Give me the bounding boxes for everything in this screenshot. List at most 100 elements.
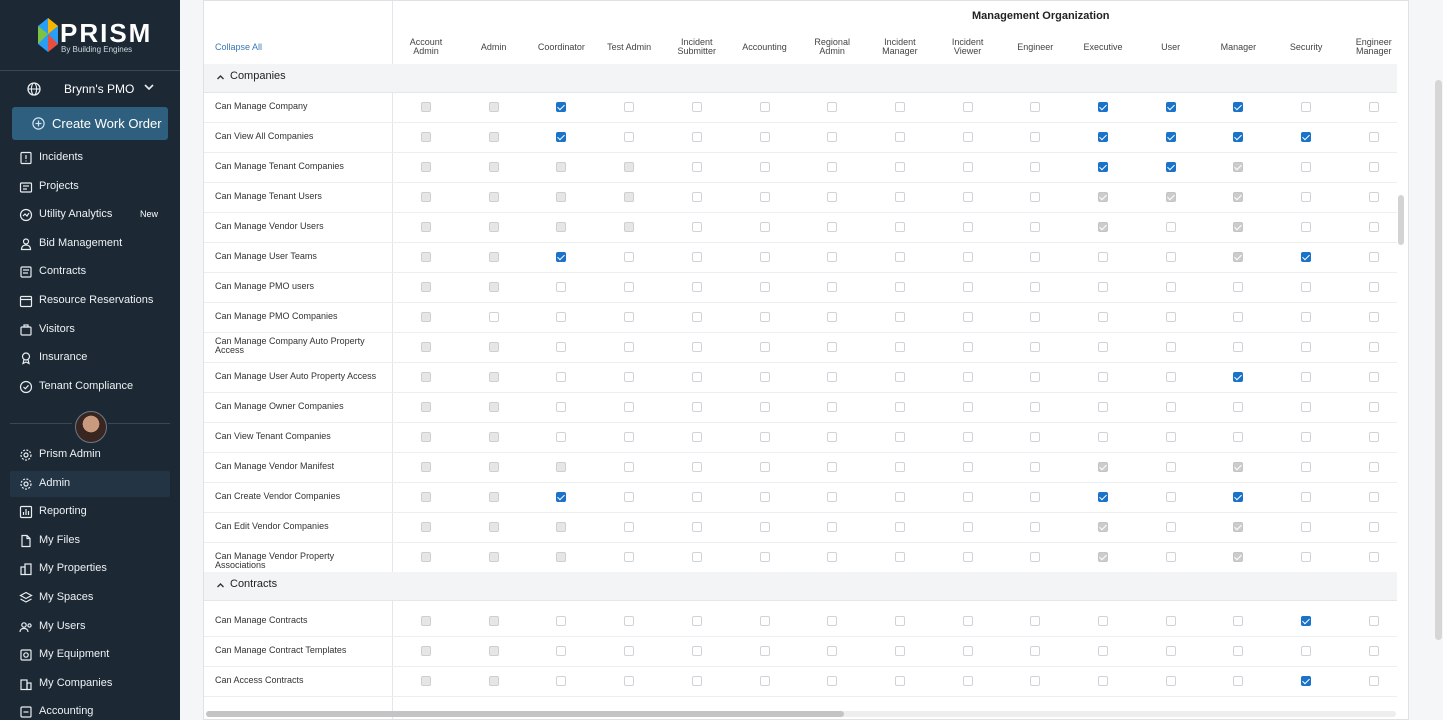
- permission-checkbox[interactable]: [894, 522, 905, 532]
- nav-item-prism-admin[interactable]: Prism Admin: [10, 442, 170, 468]
- permission-checkbox[interactable]: [827, 616, 838, 626]
- permission-checkbox[interactable]: [691, 282, 702, 292]
- permission-checkbox[interactable]: [556, 342, 567, 352]
- permission-checkbox[interactable]: [1098, 132, 1108, 142]
- permission-checkbox[interactable]: [1030, 522, 1041, 532]
- permission-checkbox[interactable]: [1368, 132, 1379, 142]
- permission-checkbox[interactable]: [962, 646, 973, 656]
- permission-checkbox[interactable]: [624, 676, 635, 686]
- permission-checkbox[interactable]: [1098, 162, 1108, 172]
- permission-checkbox[interactable]: [1301, 372, 1312, 382]
- permission-checkbox[interactable]: [1030, 222, 1041, 232]
- permission-checkbox[interactable]: [1301, 192, 1312, 202]
- permission-checkbox[interactable]: [1233, 432, 1244, 442]
- permission-checkbox[interactable]: [556, 402, 567, 412]
- permission-checkbox[interactable]: [759, 102, 770, 112]
- permission-checkbox[interactable]: [1165, 552, 1176, 562]
- permission-checkbox[interactable]: [691, 192, 702, 202]
- permission-checkbox[interactable]: [624, 432, 635, 442]
- permission-checkbox[interactable]: [624, 252, 635, 262]
- permission-checkbox[interactable]: [691, 312, 702, 322]
- permission-checkbox[interactable]: [1368, 552, 1379, 562]
- permission-checkbox[interactable]: [556, 132, 567, 142]
- permission-checkbox[interactable]: [1368, 462, 1379, 472]
- permission-checkbox[interactable]: [1030, 372, 1041, 382]
- permission-checkbox[interactable]: [1030, 252, 1041, 262]
- section-header-companies[interactable]: Companies: [204, 64, 1397, 93]
- permission-checkbox[interactable]: [1233, 402, 1244, 412]
- permission-checkbox[interactable]: [827, 342, 838, 352]
- chevron-up-icon[interactable]: [216, 73, 225, 82]
- permission-checkbox[interactable]: [1233, 132, 1244, 142]
- permission-checkbox[interactable]: [1165, 162, 1176, 172]
- permission-checkbox[interactable]: [827, 252, 838, 262]
- permission-checkbox[interactable]: [624, 342, 635, 352]
- permission-checkbox[interactable]: [624, 282, 635, 292]
- permission-checkbox[interactable]: [1233, 312, 1244, 322]
- permission-checkbox[interactable]: [1030, 646, 1041, 656]
- permission-checkbox[interactable]: [894, 162, 905, 172]
- permission-checkbox[interactable]: [624, 462, 635, 472]
- permission-checkbox[interactable]: [1098, 102, 1108, 112]
- permission-checkbox[interactable]: [1233, 646, 1244, 656]
- permission-checkbox[interactable]: [962, 252, 973, 262]
- permission-checkbox[interactable]: [624, 132, 635, 142]
- permission-checkbox[interactable]: [691, 616, 702, 626]
- permission-checkbox[interactable]: [1368, 102, 1379, 112]
- permission-checkbox[interactable]: [962, 222, 973, 232]
- permission-checkbox[interactable]: [1368, 432, 1379, 442]
- permission-checkbox[interactable]: [624, 312, 635, 322]
- permission-checkbox[interactable]: [962, 372, 973, 382]
- scrollbar-thumb[interactable]: [206, 711, 844, 717]
- permission-checkbox[interactable]: [1030, 192, 1041, 202]
- permission-checkbox[interactable]: [962, 312, 973, 322]
- permission-checkbox[interactable]: [1030, 616, 1041, 626]
- permission-checkbox[interactable]: [691, 552, 702, 562]
- permission-checkbox[interactable]: [759, 192, 770, 202]
- permission-checkbox[interactable]: [827, 372, 838, 382]
- permission-checkbox[interactable]: [691, 492, 702, 502]
- nav-item-contracts[interactable]: Contracts: [10, 259, 170, 285]
- permission-checkbox[interactable]: [1165, 492, 1176, 502]
- permission-checkbox[interactable]: [1165, 252, 1176, 262]
- permission-checkbox[interactable]: [827, 552, 838, 562]
- permission-checkbox[interactable]: [759, 462, 770, 472]
- permission-checkbox[interactable]: [962, 676, 973, 686]
- permission-checkbox[interactable]: [556, 646, 567, 656]
- permission-checkbox[interactable]: [1233, 102, 1244, 112]
- nav-item-admin[interactable]: Admin: [10, 470, 170, 497]
- permission-checkbox[interactable]: [1233, 372, 1244, 382]
- permission-checkbox[interactable]: [759, 522, 770, 532]
- permission-checkbox[interactable]: [1030, 132, 1041, 142]
- permission-checkbox[interactable]: [1098, 646, 1108, 656]
- permission-checkbox[interactable]: [1301, 552, 1312, 562]
- permission-checkbox[interactable]: [894, 676, 905, 686]
- nav-item-accounting[interactable]: Accounting: [10, 699, 170, 720]
- permission-checkbox[interactable]: [759, 646, 770, 656]
- permission-checkbox[interactable]: [1165, 372, 1176, 382]
- permission-checkbox[interactable]: [759, 222, 770, 232]
- permission-checkbox[interactable]: [1368, 616, 1379, 626]
- permission-checkbox[interactable]: [1098, 252, 1108, 262]
- permission-checkbox[interactable]: [827, 132, 838, 142]
- permission-checkbox[interactable]: [962, 342, 973, 352]
- section-header-contracts[interactable]: Contracts: [204, 572, 1397, 601]
- nav-item-bid-management[interactable]: Bid Management: [10, 231, 170, 257]
- permission-checkbox[interactable]: [624, 522, 635, 532]
- permission-checkbox[interactable]: [556, 102, 567, 112]
- permission-checkbox[interactable]: [759, 342, 770, 352]
- permission-checkbox[interactable]: [1301, 616, 1312, 626]
- permission-checkbox[interactable]: [1030, 162, 1041, 172]
- nav-item-resource-reservations[interactable]: Resource Reservations: [10, 288, 170, 314]
- permission-checkbox[interactable]: [624, 552, 635, 562]
- permission-checkbox[interactable]: [1165, 432, 1176, 442]
- permission-checkbox[interactable]: [759, 312, 770, 322]
- permission-checkbox[interactable]: [1165, 222, 1176, 232]
- org-selector[interactable]: Brynn's PMO: [0, 76, 180, 102]
- permission-checkbox[interactable]: [1030, 492, 1041, 502]
- permission-checkbox[interactable]: [894, 282, 905, 292]
- permission-checkbox[interactable]: [1301, 342, 1312, 352]
- permission-checkbox[interactable]: [691, 432, 702, 442]
- permission-checkbox[interactable]: [827, 192, 838, 202]
- permission-checkbox[interactable]: [1233, 342, 1244, 352]
